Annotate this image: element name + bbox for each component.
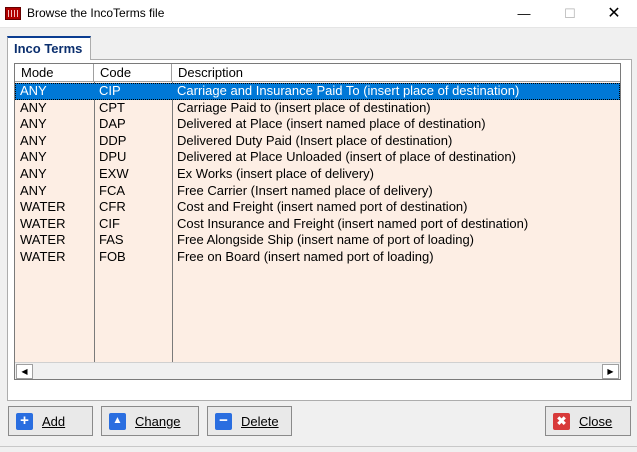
delete-button[interactable]: − Delete — [207, 406, 292, 436]
plus-icon: + — [16, 413, 33, 430]
window-title: Browse the IncoTerms file — [27, 6, 165, 20]
grid-header: Mode Code Description — [15, 64, 620, 82]
incoterms-grid[interactable]: Mode Code Description ANY CIP Carriage and… — [14, 63, 621, 380]
cell-description: Ex Works (insert place of delivery) — [177, 165, 374, 181]
cell-description: Carriage and Insurance Paid To (insert p… — [177, 83, 520, 98]
column-header-description[interactable]: Description — [172, 64, 620, 82]
horizontal-scrollbar[interactable]: ◀ ▶ — [15, 362, 620, 379]
app-icon — [5, 7, 21, 20]
minus-icon: − — [215, 413, 232, 430]
cell-mode: WATER — [20, 232, 66, 248]
table-row[interactable]: ANY DAP Delivered at Place (insert named p… — [15, 116, 620, 133]
cell-description: Delivered at Place Unloaded (insert of p… — [177, 149, 516, 165]
table-row[interactable]: WATER CIF Cost Insurance and Freight (inse… — [15, 216, 620, 233]
cell-description: Free Carrier (Insert named place of deli… — [177, 182, 433, 198]
cell-description: Free Alongside Ship (insert name of port… — [177, 232, 475, 248]
cell-code: DDP — [99, 132, 127, 148]
scroll-right-button[interactable]: ▶ — [602, 364, 619, 379]
x-icon: ✖ — [553, 413, 570, 430]
cell-mode: ANY — [20, 182, 47, 198]
table-row[interactable]: ANY DPU Delivered at Place Unloaded (inser… — [15, 149, 620, 166]
column-header-code[interactable]: Code — [94, 64, 172, 82]
cell-description: Cost and Freight (insert named port of d… — [177, 199, 468, 215]
cell-code: FCA — [99, 182, 125, 198]
close-icon: ✕ — [607, 5, 621, 22]
arrow-right-icon: ▶ — [607, 367, 614, 376]
cell-code: FOB — [99, 248, 126, 264]
table-row[interactable]: ANY EXW Ex Works (insert place of delivery… — [15, 166, 620, 183]
cell-code: FAS — [99, 232, 124, 248]
close-button[interactable]: ✖ Close — [545, 406, 631, 436]
table-row[interactable]: ANY FCA Free Carrier (Insert named place o… — [15, 183, 620, 200]
cell-mode: ANY — [20, 149, 47, 165]
cell-code: DAP — [99, 116, 126, 132]
cell-code: CPT — [99, 99, 125, 115]
cell-mode: ANY — [20, 83, 47, 98]
triangle-up-icon: ▲ — [109, 413, 126, 430]
minimize-icon: — — [517, 6, 531, 21]
grid-rows: ANY CIP Carriage and Insurance Paid To (in… — [15, 83, 620, 266]
maximize-icon: ☐ — [564, 6, 576, 21]
table-row[interactable]: ANY CIP Carriage and Insurance Paid To (in… — [15, 83, 620, 100]
arrow-left-icon: ◀ — [21, 367, 28, 376]
cell-code: CIF — [99, 215, 120, 231]
close-window-button[interactable]: ✕ — [591, 0, 637, 28]
cell-mode: WATER — [20, 215, 66, 231]
minimize-button[interactable]: — — [501, 0, 547, 28]
title-bar: Browse the IncoTerms file — ☐ ✕ — [0, 0, 637, 28]
column-header-mode[interactable]: Mode — [15, 64, 94, 82]
cell-code: DPU — [99, 149, 127, 165]
table-row[interactable]: WATER FAS Free Alongside Ship (insert name… — [15, 232, 620, 249]
scroll-left-button[interactable]: ◀ — [16, 364, 33, 379]
maximize-button[interactable]: ☐ — [547, 0, 593, 28]
cell-code: CIP — [99, 83, 121, 98]
table-row[interactable]: WATER CFR Cost and Freight (insert named p… — [15, 199, 620, 216]
cell-mode: ANY — [20, 99, 47, 115]
cell-code: EXW — [99, 165, 129, 181]
table-row[interactable]: WATER FOB Free on Board (insert named port… — [15, 249, 620, 266]
cell-mode: ANY — [20, 132, 47, 148]
status-bar — [0, 446, 637, 452]
cell-code: CFR — [99, 199, 126, 215]
cell-description: Carriage Paid to (insert place of destin… — [177, 99, 431, 115]
cell-mode: WATER — [20, 248, 66, 264]
cell-description: Delivered Duty Paid (Insert place of des… — [177, 132, 453, 148]
change-button[interactable]: ▲ Change — [101, 406, 199, 436]
table-row[interactable]: ANY CPT Carriage Paid to (insert place of … — [15, 100, 620, 117]
table-row[interactable]: ANY DDP Delivered Duty Paid (Insert place … — [15, 133, 620, 150]
cell-mode: WATER — [20, 199, 66, 215]
tab-inco-terms[interactable]: Inco Terms — [7, 36, 91, 60]
add-button[interactable]: + Add — [8, 406, 93, 436]
cell-description: Delivered at Place (insert named place o… — [177, 116, 486, 132]
cell-mode: ANY — [20, 116, 47, 132]
cell-description: Free on Board (insert named port of load… — [177, 248, 434, 264]
cell-description: Cost Insurance and Freight (insert named… — [177, 215, 529, 231]
cell-mode: ANY — [20, 165, 47, 181]
